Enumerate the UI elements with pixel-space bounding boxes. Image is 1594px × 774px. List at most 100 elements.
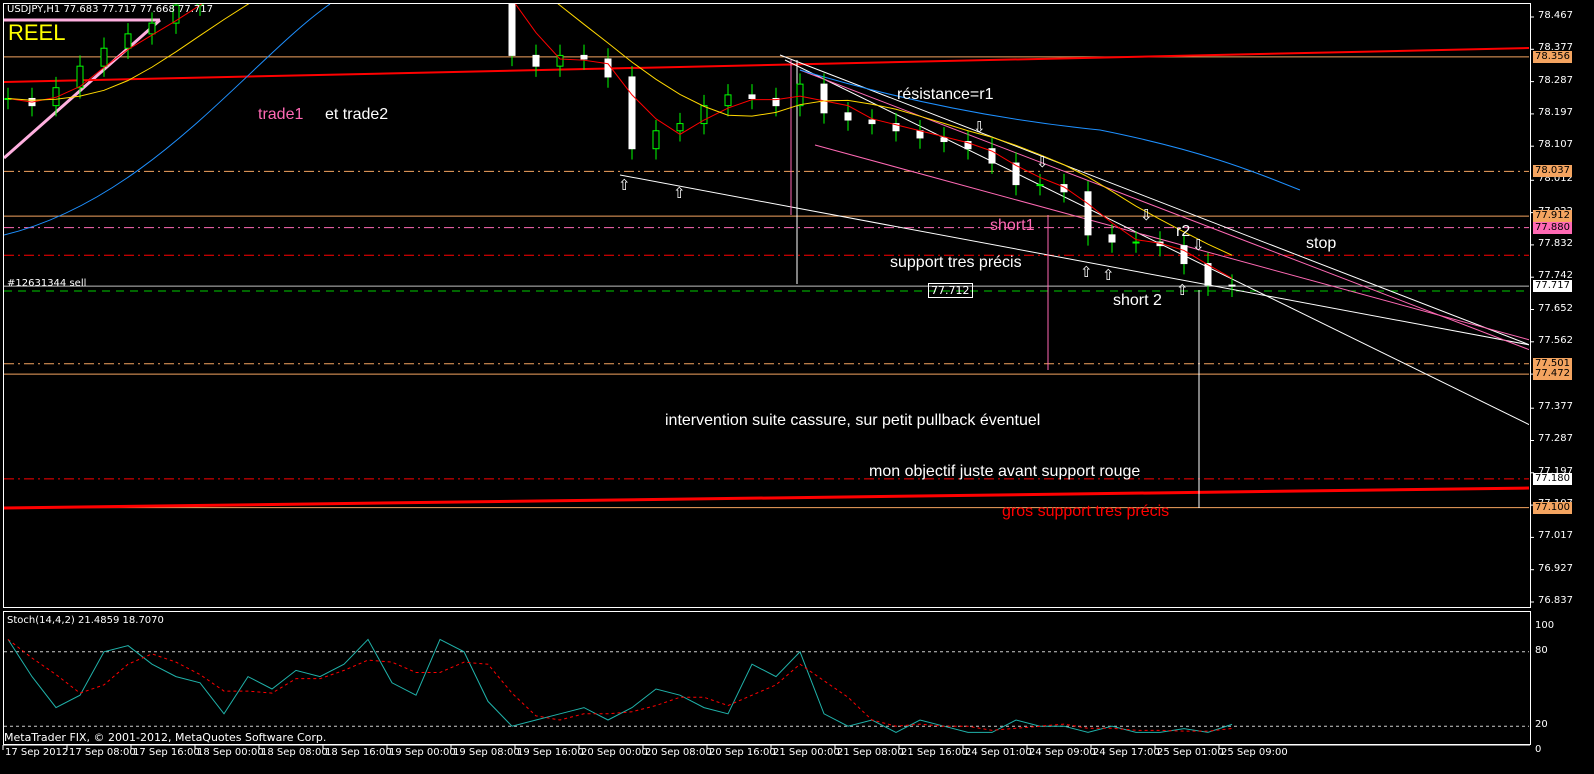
price-tick-label: 77.562: [1538, 334, 1573, 346]
trendline-white[interactable]: [619, 174, 1530, 346]
time-tick-label: 19 Sep 00:00: [389, 747, 456, 758]
price-tick-label: 77.652: [1538, 302, 1573, 314]
candle-body[interactable]: [628, 76, 636, 150]
annotation-trade2[interactable]: et trade2: [325, 106, 388, 124]
annotation-support[interactable]: support tres précis: [890, 254, 1022, 272]
price-level-label: 77.912: [1533, 210, 1572, 223]
price-tick-label: 78.107: [1538, 139, 1573, 151]
stoch-tick-label: 100: [1535, 620, 1555, 631]
candle-body[interactable]: [508, 0, 516, 56]
arrow-up-icon: ⇧: [673, 184, 686, 202]
stoch-signal-line: [7, 639, 1233, 732]
candle-body[interactable]: [100, 47, 108, 67]
time-tick-label: 18 Sep 00:00: [197, 747, 264, 758]
time-tick-label: 20 Sep 16:00: [709, 747, 776, 758]
time-tick-label: 20 Sep 08:00: [645, 747, 712, 758]
candle-body[interactable]: [652, 130, 660, 150]
candle-body[interactable]: [940, 137, 948, 143]
time-tick-label: 19 Sep 08:00: [453, 747, 520, 758]
candle-body[interactable]: [820, 83, 828, 114]
price-level-label: 77.100: [1533, 501, 1572, 514]
price-level-label: 77.472: [1533, 368, 1572, 381]
price-chart[interactable]: [0, 0, 1594, 774]
candle-body[interactable]: [844, 112, 852, 121]
time-tick-label: 24 Sep 09:00: [1029, 747, 1096, 758]
annotation-objective[interactable]: mon objectif juste avant support rouge: [869, 463, 1140, 481]
candle-body[interactable]: [1132, 241, 1140, 244]
candle-body[interactable]: [1036, 184, 1044, 187]
candle-body[interactable]: [676, 123, 684, 132]
annotation-r2[interactable]: r2: [1176, 223, 1190, 241]
time-tick-label: 21 Sep 00:00: [773, 747, 840, 758]
price-level-label: 77.717: [1533, 280, 1572, 293]
annotation-resistance[interactable]: résistance=r1: [897, 86, 994, 104]
candle-body[interactable]: [604, 58, 612, 78]
stoch-frame: [3, 611, 1531, 745]
annotation-trade1[interactable]: trade1: [258, 106, 303, 124]
candle-body[interactable]: [1180, 245, 1188, 265]
arrow-up-icon: ⇧: [1176, 281, 1189, 299]
time-tick-label: 17 Sep 2012: [5, 747, 69, 758]
candle-body[interactable]: [796, 83, 804, 107]
price-tick-label: 77.377: [1538, 401, 1573, 413]
arrow-down-icon: ⇩: [1140, 206, 1153, 224]
ma-blue: [4, 4, 1301, 236]
time-tick-label: 24 Sep 01:00: [965, 747, 1032, 758]
stoch-tick-label: 20: [1535, 719, 1548, 731]
candle-body[interactable]: [916, 130, 924, 139]
time-tick-label: 24 Sep 17:00: [1093, 747, 1160, 758]
price-tick-label: 78.287: [1538, 74, 1573, 86]
price-level-label: 77.880: [1533, 221, 1572, 234]
time-tick-label: 25 Sep 01:00: [1157, 747, 1224, 758]
candle-body[interactable]: [868, 119, 876, 125]
annotation-big-support[interactable]: gros support tres précis: [1002, 503, 1169, 521]
candle-body[interactable]: [532, 54, 540, 67]
time-tick-label: 21 Sep 08:00: [837, 747, 904, 758]
arrow-down-icon: ⇩: [1192, 236, 1205, 254]
price-tick-label: 77.017: [1538, 530, 1573, 542]
candle-body[interactable]: [1204, 263, 1212, 286]
arrow-down-icon: ⇩: [1036, 153, 1049, 171]
order-price-box: 77.712: [928, 283, 973, 298]
order-line-label[interactable]: #12631344 sell: [7, 278, 86, 289]
price-tick-label: 78.197: [1538, 106, 1573, 118]
stoch-tick-label: 80: [1535, 644, 1548, 656]
price-tick-label: 77.287: [1538, 433, 1573, 445]
price-tick-label: 77.832: [1538, 237, 1573, 249]
price-level-label: 78.356: [1533, 50, 1572, 63]
arrow-up-icon: ⇧: [1080, 263, 1093, 281]
trendline-pink[interactable]: [799, 69, 1530, 351]
price-tick-label: 78.467: [1538, 10, 1573, 21]
annotation-short1[interactable]: short1: [990, 217, 1034, 235]
candle-body[interactable]: [1084, 191, 1092, 236]
time-tick-label: 20 Sep 00:00: [581, 747, 648, 758]
candle-body[interactable]: [748, 94, 756, 99]
price-level-label: 77.180: [1533, 472, 1572, 485]
main-frame: [3, 3, 1531, 608]
time-tick-label: 18 Sep 08:00: [261, 747, 328, 758]
account-type-label: REEL: [8, 20, 66, 45]
time-tick-label: 17 Sep 08:00: [69, 747, 136, 758]
price-tick-label: 76.927: [1538, 562, 1573, 574]
stoch-tick-label: 0: [1535, 744, 1542, 755]
time-tick-label: 25 Sep 09:00: [1221, 747, 1288, 758]
candle-body[interactable]: [580, 54, 588, 60]
candle-body[interactable]: [1228, 284, 1236, 287]
trendline-pink[interactable]: [814, 144, 1530, 341]
arrow-up-icon: ⇧: [618, 176, 631, 194]
annotation-stop[interactable]: stop: [1306, 235, 1336, 253]
arrow-up-icon: ⇧: [1102, 266, 1115, 284]
arrow-down-icon: ⇩: [973, 118, 986, 136]
red-support-line[interactable]: [4, 486, 1530, 510]
candle-body[interactable]: [1108, 234, 1116, 243]
time-tick-label: 21 Sep 16:00: [901, 747, 968, 758]
price-tick-label: 76.837: [1538, 595, 1573, 606]
candle-body[interactable]: [148, 22, 156, 35]
annotation-intervention[interactable]: intervention suite cassure, sur petit pu…: [665, 412, 1040, 430]
stoch-title: Stoch(14,4,2) 21.4859 18.7070: [7, 615, 164, 626]
candle-body[interactable]: [124, 33, 132, 49]
red-resistance-line[interactable]: [4, 47, 1530, 83]
annotation-short2[interactable]: short 2: [1113, 292, 1162, 310]
copyright: MetaTrader FIX, © 2001-2012, MetaQuotes …: [4, 731, 327, 744]
candle-body[interactable]: [724, 94, 732, 107]
